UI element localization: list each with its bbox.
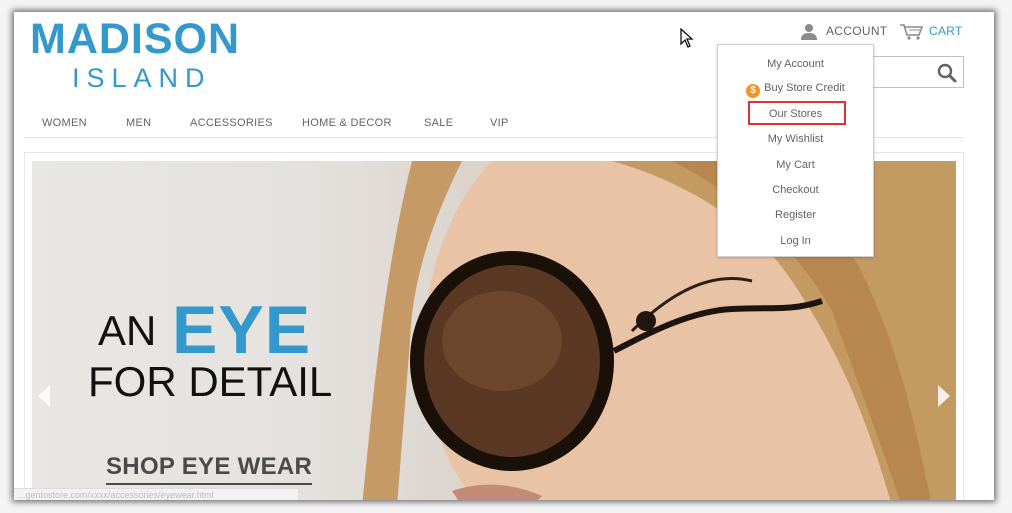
nav-item-men[interactable]: MEN: [126, 117, 151, 129]
account-dropdown-menu: My Account $ Buy Store Credit Our Stores …: [717, 44, 874, 257]
menu-item-label: Buy Store Credit: [764, 82, 845, 94]
mouse-pointer-icon: [680, 28, 694, 48]
cart-icon: [900, 23, 923, 40]
account-label: ACCOUNT: [826, 24, 888, 38]
account-link[interactable]: ACCOUNT: [800, 22, 887, 40]
menu-item-buy-store-credit[interactable]: $ Buy Store Credit: [718, 81, 873, 98]
nav-item-women[interactable]: WOMEN: [42, 117, 87, 129]
search-icon[interactable]: [937, 63, 957, 83]
nav-item-vip[interactable]: VIP: [490, 117, 509, 129]
cart-label: CART: [929, 24, 963, 38]
slider-next-arrow-icon[interactable]: [938, 385, 950, 407]
screenshot-frame: MADISON ISLAND ACCOUNT CART WOMEN MEN AC…: [0, 0, 1012, 513]
slider-prev-arrow-icon[interactable]: [38, 385, 50, 407]
highlight-box: [748, 101, 846, 125]
hero-text-for-detail: FOR DETAIL: [88, 358, 333, 405]
hero-text-eye: EYE: [172, 292, 312, 368]
dollar-coin-icon: $: [746, 84, 761, 98]
menu-item-my-account[interactable]: My Account: [718, 57, 873, 71]
browser-viewport: MADISON ISLAND ACCOUNT CART WOMEN MEN AC…: [14, 12, 994, 500]
hero-text-an: AN: [98, 307, 157, 354]
logo-sub-text: ISLAND: [72, 63, 212, 93]
status-bar-url: ...gentostore.com/xxxx/accessories/eyewe…: [14, 488, 299, 500]
nav-item-accessories[interactable]: ACCESSORIES: [190, 117, 273, 129]
nav-item-home-decor[interactable]: HOME & DECOR: [302, 117, 392, 129]
menu-item-checkout[interactable]: Checkout: [718, 183, 873, 197]
nav-item-sale[interactable]: SALE: [424, 117, 453, 129]
menu-item-my-cart[interactable]: My Cart: [718, 158, 873, 172]
user-icon: [801, 23, 817, 40]
logo-main-text: MADISON: [30, 15, 241, 63]
menu-item-log-in[interactable]: Log In: [718, 234, 873, 248]
cart-link[interactable]: CART: [899, 22, 963, 40]
shop-eye-wear-link[interactable]: SHOP EYE WEAR: [106, 453, 313, 485]
menu-item-register[interactable]: Register: [718, 208, 873, 222]
menu-item-my-wishlist[interactable]: My Wishlist: [718, 132, 873, 146]
site-logo[interactable]: MADISON ISLAND: [30, 16, 250, 94]
